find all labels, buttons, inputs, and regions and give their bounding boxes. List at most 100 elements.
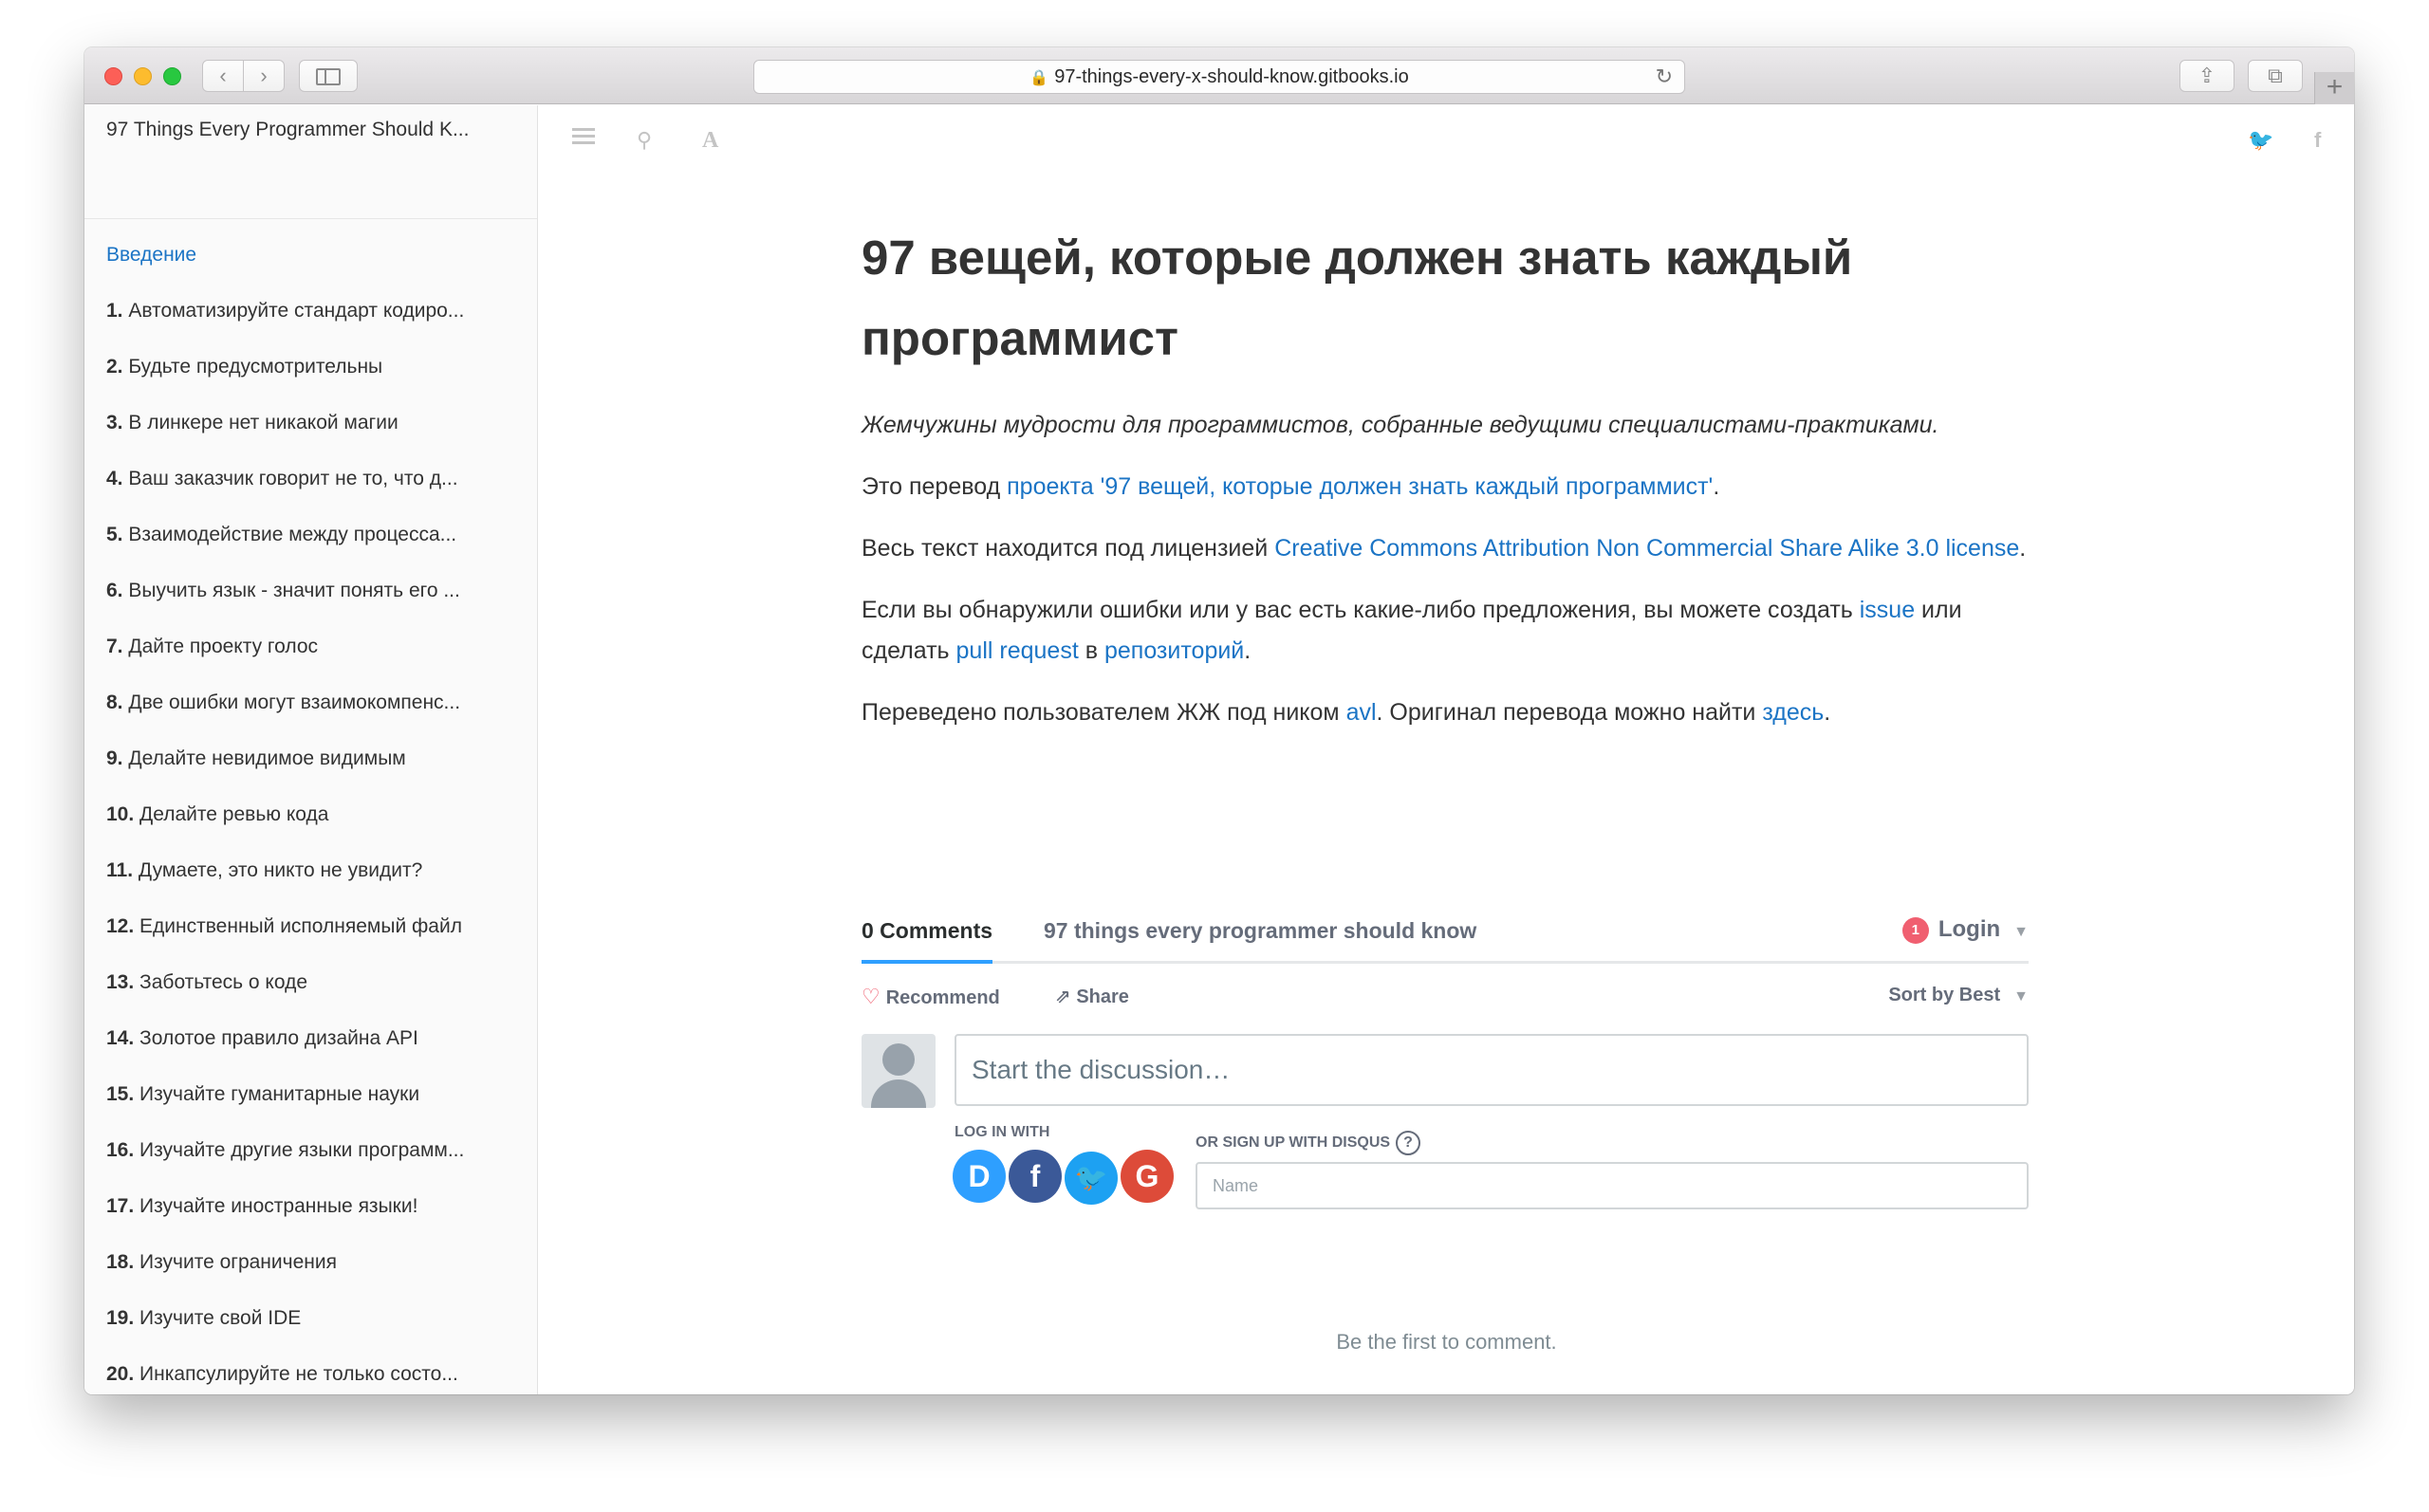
search-icon[interactable]: ⚲ xyxy=(637,128,652,153)
name-input[interactable]: Name xyxy=(1196,1162,2029,1209)
recommend-button[interactable]: ♡ Recommend xyxy=(862,985,1000,1009)
chapter-label: Дайте проекту голос xyxy=(128,636,318,657)
sidebar-item-15[interactable]: 15. Изучайте гуманитарные науки xyxy=(106,1084,528,1140)
chapter-number: 18. xyxy=(106,1252,135,1273)
facebook-login-button[interactable]: f xyxy=(1009,1150,1062,1203)
sidebar-item-3[interactable]: 3. В линкере нет никакой магии xyxy=(106,413,528,469)
paragraph-license: Весь текст находится под лицензией Creat… xyxy=(862,528,2029,569)
font-settings-icon[interactable]: A xyxy=(702,128,718,154)
twitter-icon[interactable]: 🐦 xyxy=(2248,128,2273,153)
pull-request-link[interactable]: pull request xyxy=(956,637,1079,664)
sidebar-item-9[interactable]: 9. Делайте невидимое видимым xyxy=(106,748,528,804)
chapter-label: Изучите свой IDE xyxy=(139,1308,302,1329)
chapter-number: 19. xyxy=(106,1308,135,1329)
chapter-label: Будьте предусмотрительны xyxy=(128,357,383,378)
sidebar-item-12[interactable]: 12. Единственный исполняемый файл xyxy=(106,916,528,972)
share-button[interactable]: ⇗ Share xyxy=(1055,985,1129,1008)
book-title[interactable]: 97 Things Every Programmer Should K... xyxy=(106,119,524,141)
comment-composer: Start the discussion… LOG IN WITH Df 🐦 G O… xyxy=(862,1034,2029,1214)
chapter-label: Введение xyxy=(106,245,197,266)
disqus-actions: ♡ Recommend ⇗ Share Sort by Best ▼ xyxy=(862,964,2029,1034)
sidebar-item-18[interactable]: 18. Изучите ограничения xyxy=(106,1252,528,1308)
sidebar-toggle-button[interactable] xyxy=(299,60,358,92)
sidebar-toggle-icon xyxy=(316,68,341,85)
sidebar-item-20[interactable]: 20. Инкапсулируйте не только состо... xyxy=(106,1364,528,1394)
paragraph-text: . xyxy=(2019,535,2027,562)
google-login-button[interactable]: G xyxy=(1121,1150,1174,1203)
original-translation-link[interactable]: здесь xyxy=(1762,699,1824,726)
tab-community[interactable]: 97 things every programmer should know xyxy=(1044,918,1476,944)
disqus-comments: 0 Comments 97 things every programmer sh… xyxy=(862,907,2029,1214)
share-label: Share xyxy=(1076,986,1129,1007)
zoom-window-button[interactable] xyxy=(163,67,181,85)
sidebar-item-13[interactable]: 13. Заботьтесь о коде xyxy=(106,972,528,1028)
chapter-number: 3. xyxy=(106,413,123,433)
browser-toolbar: ‹ › 🔒 97-things-every-x-should-know.gitbo… xyxy=(84,47,2354,104)
issue-link[interactable]: issue xyxy=(1860,597,1915,623)
chapter-label: В линкере нет никакой магии xyxy=(128,413,399,433)
sort-dropdown[interactable]: Sort by Best ▼ xyxy=(1888,985,2029,1006)
chapter-label: Единственный исполняемый файл xyxy=(139,916,462,937)
original-project-link[interactable]: проекта '97 вещей, которые должен знать … xyxy=(1007,473,1713,500)
sidebar-item-14[interactable]: 14. Золотое правило дизайна API xyxy=(106,1028,528,1084)
chapter-label: Изучайте иностранные языки! xyxy=(139,1196,418,1217)
sidebar-item-2[interactable]: 2. Будьте предусмотрительны xyxy=(106,357,528,413)
sidebar-item-0[interactable]: Введение xyxy=(106,245,528,301)
chapter-number: 9. xyxy=(106,748,123,769)
license-link[interactable]: Creative Commons Attribution Non Commerc… xyxy=(1274,535,2019,562)
sidebar-item-5[interactable]: 5. Взаимодействие между процесса... xyxy=(106,525,528,581)
twitter-login-button[interactable]: 🐦 xyxy=(1065,1152,1118,1205)
paragraph-text: в xyxy=(1078,637,1104,664)
sidebar-item-19[interactable]: 19. Изучите свой IDE xyxy=(106,1308,528,1364)
help-icon[interactable]: ? xyxy=(1396,1131,1421,1155)
new-tab-button[interactable]: + xyxy=(2314,72,2354,104)
address-bar[interactable]: 🔒 97-things-every-x-should-know.gitbooks.… xyxy=(753,60,1685,94)
reload-icon[interactable]: ↻ xyxy=(1656,61,1673,93)
menu-icon[interactable] xyxy=(572,128,595,148)
back-button[interactable]: ‹ xyxy=(202,60,244,92)
repository-link[interactable]: репозиторий xyxy=(1104,637,1244,664)
next-page-icon[interactable]: › xyxy=(2349,805,2354,875)
translator-link[interactable]: avl xyxy=(1346,699,1377,726)
sidebar-item-10[interactable]: 10. Делайте ревью кода xyxy=(106,804,528,860)
signup-label: OR SIGN UP WITH DISQUS? xyxy=(1196,1131,1421,1155)
sidebar-item-16[interactable]: 16. Изучайте другие языки программ... xyxy=(106,1140,528,1196)
facebook-icon[interactable]: f xyxy=(2314,128,2321,153)
disqus-login-button[interactable]: D xyxy=(953,1150,1006,1203)
content-area: ⚲ A 🐦 f ⋖ 97 вещей, которые должен знать… xyxy=(539,105,2354,1394)
paragraph-text: . Оригинал перевода можно найти xyxy=(1376,699,1763,726)
sidebar-item-7[interactable]: 7. Дайте проекту голос xyxy=(106,636,528,692)
chapter-label: Изучайте гуманитарные науки xyxy=(139,1084,420,1105)
new-tab-icon: + xyxy=(2326,71,2344,102)
chapter-number: 12. xyxy=(106,916,135,937)
chapter-label: Делайте невидимое видимым xyxy=(128,748,406,769)
sidebar-item-11[interactable]: 11. Думаете, это никто не увидит? xyxy=(106,860,528,916)
chapter-label: Делайте ревью кода xyxy=(139,804,329,825)
close-window-button[interactable] xyxy=(104,67,122,85)
url-text: 97-things-every-x-should-know.gitbooks.i… xyxy=(1054,66,1409,87)
sidebar-item-4[interactable]: 4. Ваш заказчик говорит не то, что д... xyxy=(106,469,528,525)
sidebar-item-8[interactable]: 8. Две ошибки могут взаимокомпенс... xyxy=(106,692,528,748)
show-tabs-button[interactable]: ⧉ xyxy=(2248,60,2303,92)
forward-icon: › xyxy=(260,64,268,87)
login-dropdown[interactable]: 1 Login ▼ xyxy=(1901,916,2029,944)
browser-window: ‹ › 🔒 97-things-every-x-should-know.gitbo… xyxy=(84,47,2354,1394)
share-button[interactable]: ⇪ xyxy=(2179,60,2234,92)
chapter-label: Изучите ограничения xyxy=(139,1252,337,1273)
chapter-number: 11. xyxy=(106,860,134,881)
tab-comments[interactable]: 0 Comments xyxy=(862,918,993,964)
paragraph-text: . xyxy=(1824,699,1831,726)
minimize-window-button[interactable] xyxy=(134,67,152,85)
article: 97 вещей, которые должен знать каждый пр… xyxy=(862,217,2029,754)
chapter-label: Думаете, это никто не увидит? xyxy=(138,860,423,881)
twitter-icon: 🐦 xyxy=(1074,1163,1108,1192)
forward-button[interactable]: › xyxy=(243,60,285,92)
chapter-number: 6. xyxy=(106,581,123,601)
sidebar-item-1[interactable]: 1. Автоматизируйте стандарт кодиро... xyxy=(106,301,528,357)
recommend-label: Recommend xyxy=(885,987,1000,1008)
sidebar-item-17[interactable]: 17. Изучайте иностранные языки! xyxy=(106,1196,528,1252)
heart-icon: ♡ xyxy=(862,985,881,1008)
paragraph-text: Если вы обнаружили ошибки или у вас есть… xyxy=(862,597,1860,623)
comment-input[interactable]: Start the discussion… xyxy=(955,1034,2029,1106)
sidebar-item-6[interactable]: 6. Выучить язык - значит понять его ... xyxy=(106,581,528,636)
